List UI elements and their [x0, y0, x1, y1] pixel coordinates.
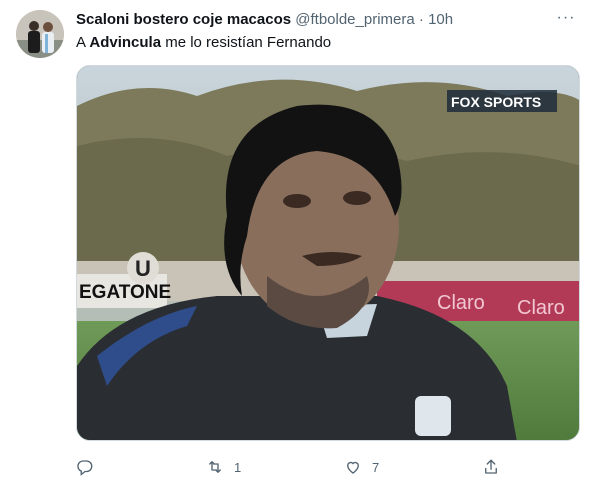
retweet-count: 1 — [234, 459, 242, 475]
avatar[interactable] — [16, 10, 64, 58]
author-name[interactable]: Scaloni bostero coje macacos — [76, 11, 291, 28]
banner-text: EGATONE — [79, 282, 171, 303]
video-frame: Claro Claro EGATONE U FOX SPORTS — [77, 66, 579, 440]
tweet-text-bold: Advincula — [89, 34, 162, 51]
share-icon — [485, 459, 497, 474]
tweet-header: Scaloni bostero coje macacos @ftbolde_pr… — [76, 10, 578, 30]
pitch-board-text-2: Claro — [517, 297, 565, 319]
pitch-board-text-1: Claro — [437, 292, 485, 314]
reply-icon — [77, 460, 93, 476]
meta-separator: · — [418, 11, 424, 28]
retweet-icon — [209, 461, 221, 473]
tweet-actions: 1 7 — [76, 455, 516, 479]
tweet-text-suffix: me lo resistían Fernando — [161, 34, 332, 51]
tweet-text-prefix: A — [76, 34, 90, 51]
tweet-text: A Advincula me lo resistían Fernando — [76, 33, 578, 53]
reply-button[interactable] — [76, 455, 104, 479]
like-button[interactable]: 7 — [344, 455, 379, 479]
more-icon: ··· — [556, 9, 576, 26]
retweet-button[interactable]: 1 — [206, 455, 241, 479]
author-handle[interactable]: @ftbolde_primera — [295, 11, 414, 28]
share-button[interactable] — [482, 455, 510, 479]
tweet-time[interactable]: 10h — [428, 11, 453, 28]
tweet-media-video[interactable]: Claro Claro EGATONE U FOX SPORTS — [76, 65, 580, 441]
like-count: 7 — [372, 459, 380, 475]
more-options-button[interactable]: ··· — [554, 10, 578, 30]
heart-icon — [347, 461, 359, 474]
overlay-badge: U — [135, 256, 151, 281]
broadcaster-logo: FOX SPORTS — [451, 94, 541, 110]
